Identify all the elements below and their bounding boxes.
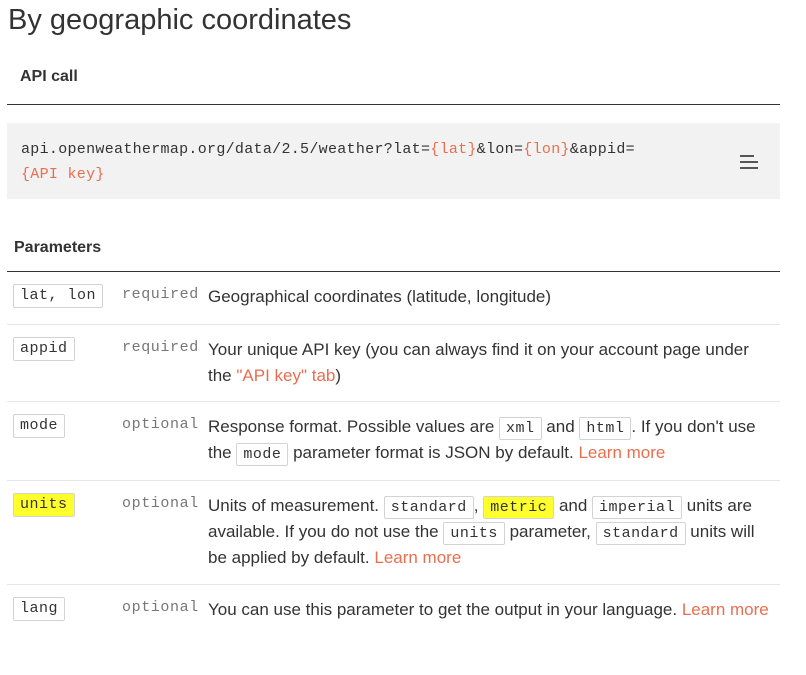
appid-separator: &appid= [569,141,635,158]
description-text: Response format. Possible values are [208,417,500,436]
param-row-units: units optional Units of measurement. sta… [7,480,780,585]
units-learn-more-link[interactable]: Learn more [374,548,461,567]
hamburger-menu-icon[interactable] [740,153,762,171]
lon-separator: &lon= [476,141,524,158]
description-text: parameter, [504,522,596,541]
description-text: Geographical coordinates (latitude, long… [208,287,552,306]
page-title: By geographic coordinates [8,4,352,36]
code-units: units [443,522,505,545]
param-name-lang: lang [13,597,66,621]
description-text: You can use this parameter to get the ou… [208,600,682,619]
description-text: and [554,496,593,515]
param-description: Geographical coordinates (latitude, long… [208,284,776,310]
code-mode: mode [236,443,289,466]
param-row-lang: lang optional You can use this parameter… [7,584,780,661]
param-row-lat-lon: lat, lon required Geographical coordinat… [7,272,780,324]
api-call-url[interactable]: api.openweathermap.org/data/2.5/weather?… [21,137,661,187]
param-row-appid: appid required Your unique API key (you … [7,324,780,401]
param-status: required [122,286,199,303]
code-imperial: imperial [592,496,683,519]
param-description: Your unique API key (you can always find… [208,337,776,389]
param-name-appid: appid [13,337,75,361]
description-text: parameter format is JSON by default. [288,443,579,462]
description-text: Units of measurement. [208,496,384,515]
code-metric: metric [483,496,555,519]
description-text: , [473,496,484,515]
description-text: and [541,417,580,436]
api-key-placeholder: {API key} [21,166,105,183]
code-html: html [579,417,632,440]
param-status: optional [122,416,199,433]
param-description: Units of measurement. standard, metric a… [208,493,776,571]
lat-placeholder: {lat} [430,141,477,158]
param-name-mode: mode [13,414,66,438]
param-status: optional [122,495,199,512]
param-description: Response format. Possible values are xml… [208,414,776,466]
param-name-lat-lon: lat, lon [13,284,104,308]
api-call-heading: API call [20,68,78,85]
param-name-units: units [13,493,75,517]
code-xml: xml [499,417,542,440]
code-standard: standard [383,496,474,519]
param-description: You can use this parameter to get the ou… [208,597,776,623]
parameters-heading: Parameters [14,239,102,256]
param-row-mode: mode optional Response format. Possible … [7,401,780,480]
code-standard-default: standard [595,522,686,545]
param-status: required [122,339,199,356]
api-key-tab-link[interactable]: "API key" tab [236,366,335,385]
description-text: ) [335,366,342,385]
lon-placeholder: {lon} [523,141,570,158]
mode-learn-more-link[interactable]: Learn more [578,443,665,462]
parameters-heading-bar: Parameters [7,227,780,272]
lang-learn-more-link[interactable]: Learn more [682,600,769,619]
url-prefix: api.openweathermap.org/data/2.5/weather?… [21,141,431,158]
api-call-heading-bar: API call [7,60,780,105]
param-status: optional [122,599,199,616]
api-call-code-block: api.openweathermap.org/data/2.5/weather?… [7,123,780,199]
